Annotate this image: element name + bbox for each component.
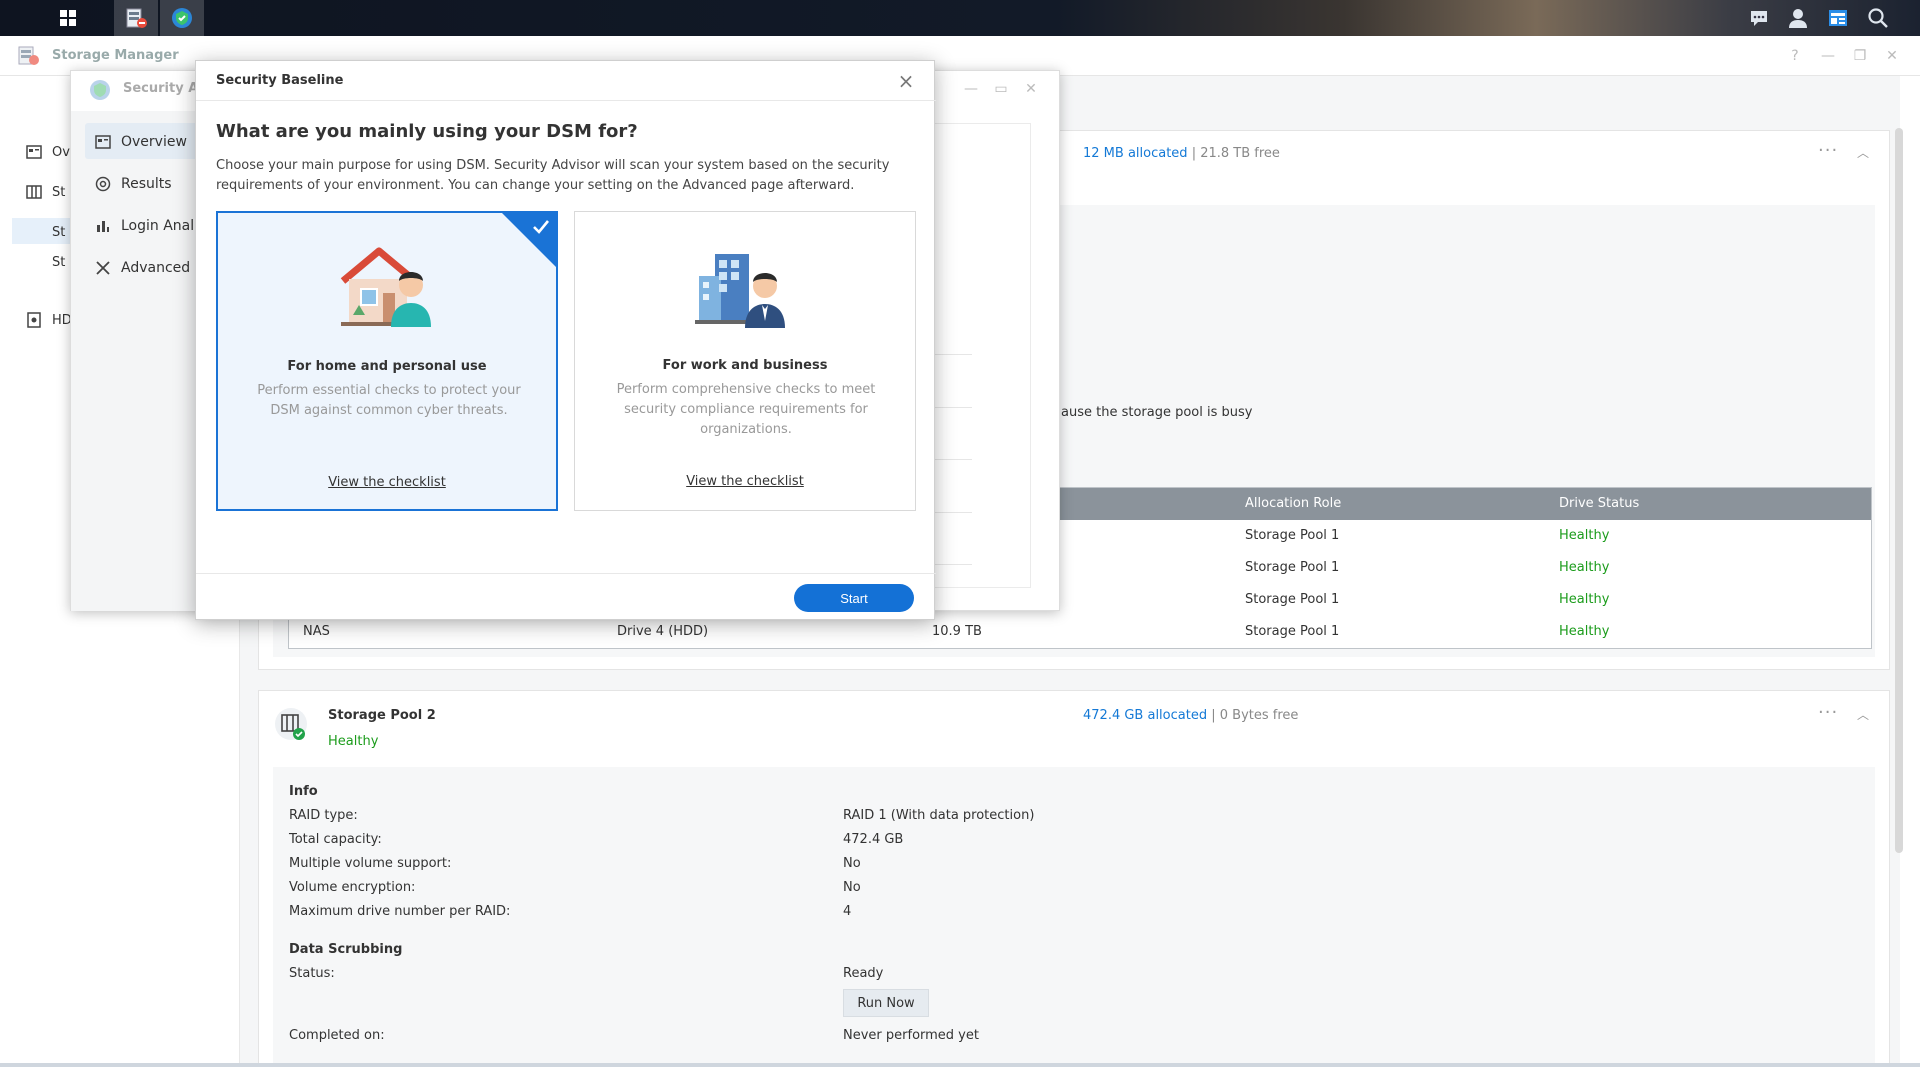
pool-1-more-icon[interactable]: ···	[1818, 140, 1838, 161]
window-bottom-border	[0, 1063, 1920, 1067]
overview-icon	[95, 135, 111, 149]
pool-1-busy-message: ause the storage pool is busy	[1061, 405, 1253, 420]
close-icon[interactable]: ✕	[1882, 46, 1902, 66]
help-icon[interactable]: ?	[1785, 46, 1805, 66]
dialog-header: Security Baseline ×	[196, 61, 936, 101]
option-home-title: For home and personal use	[287, 359, 487, 374]
chat-icon	[1751, 11, 1767, 26]
pool-2-status: Healthy	[328, 734, 379, 749]
sa-sidebar-item-overview[interactable]: Overview	[95, 125, 187, 159]
pool-2-info-heading: Info	[289, 784, 318, 799]
sa-sidebar-item-login-analysis[interactable]: Login Anal	[95, 209, 194, 243]
option-work-business[interactable]: For work and business Perform comprehens…	[574, 211, 916, 511]
info-value: 472.4 GB	[843, 832, 904, 847]
completed-on-label: Completed on:	[289, 1028, 385, 1043]
chat-button[interactable]	[1745, 4, 1773, 32]
restore-icon[interactable]: ❐	[1850, 46, 1870, 66]
business-user-illustration-icon	[695, 254, 785, 328]
pool-2-detail	[273, 767, 1875, 1067]
storage-manager-title: Storage Manager	[52, 48, 179, 63]
hdd-icon	[27, 312, 41, 328]
user-icon	[1789, 9, 1807, 28]
storage-manager-logo-icon	[18, 46, 39, 65]
pool-2-usage: 472.4 GB allocated | 0 Bytes free	[1083, 708, 1299, 723]
dialog-description: Choose your main purpose for using DSM. …	[216, 158, 890, 193]
info-label: Total capacity:	[289, 832, 382, 847]
pool-2-icon	[274, 706, 308, 742]
taskbar	[0, 0, 1920, 36]
completed-on-value: Never performed yet	[843, 1028, 979, 1043]
info-value: RAID 1 (With data protection)	[843, 808, 1035, 823]
sidebar-item-hdd[interactable]: HD	[26, 308, 72, 332]
info-label: RAID type:	[289, 808, 358, 823]
option-home-checklist-link[interactable]: View the checklist	[218, 475, 556, 490]
scrollbar[interactable]	[1895, 128, 1903, 853]
pool-2-more-icon[interactable]: ···	[1818, 702, 1838, 723]
minimize-icon[interactable]: —	[1818, 46, 1838, 66]
security-advisor-logo-icon	[90, 80, 110, 100]
info-label: Volume encryption:	[289, 880, 416, 895]
info-label: Maximum drive number per RAID:	[289, 904, 511, 919]
info-value: No	[843, 856, 861, 871]
col-allocation-role[interactable]: Allocation Role	[1245, 488, 1341, 520]
sa-minimize-icon[interactable]: —	[961, 79, 981, 99]
grid-icon	[60, 10, 76, 26]
security-advisor-icon	[172, 8, 192, 28]
option-work-title: For work and business	[662, 358, 828, 373]
pool-1-usage: 12 MB allocated | 21.8 TB free	[1083, 146, 1280, 161]
security-baseline-dialog: Security Baseline × What are you mainly …	[195, 60, 936, 621]
sidebar-item-storage-2[interactable]: St	[52, 250, 65, 274]
taskbar-security-advisor[interactable]	[160, 0, 204, 36]
info-label: Multiple volume support:	[289, 856, 452, 871]
taskbar-storage-manager[interactable]	[114, 0, 158, 36]
pool-2-collapse-icon[interactable]: ︿	[1857, 706, 1869, 723]
search-icon	[1868, 8, 1888, 28]
user-button[interactable]	[1784, 4, 1812, 32]
checkmark-icon	[533, 220, 550, 234]
main-menu-button[interactable]	[46, 0, 90, 36]
sidebar-item-overview[interactable]: Ov	[26, 140, 70, 164]
start-button[interactable]: Start	[794, 584, 914, 612]
sidebar-item-storage-pool[interactable]: St	[52, 220, 65, 244]
storage-manager-icon	[126, 8, 147, 28]
pool-2-name: Storage Pool 2	[328, 708, 436, 723]
scrub-status-label: Status:	[289, 966, 335, 981]
dialog-footer: Start	[196, 573, 936, 621]
col-drive-status[interactable]: Drive Status	[1559, 488, 1639, 520]
sa-close-icon[interactable]: ✕	[1021, 79, 1041, 99]
sa-sidebar-item-results[interactable]: Results	[95, 167, 172, 201]
option-home-description: Perform essential checks to protect your…	[257, 383, 521, 418]
pool-1-collapse-icon[interactable]: ︿	[1857, 144, 1869, 161]
run-now-button[interactable]: Run Now	[843, 989, 929, 1017]
sa-sidebar-item-advanced[interactable]: Advanced	[95, 251, 190, 285]
dialog-close-icon[interactable]: ×	[894, 69, 918, 93]
data-scrubbing-heading: Data Scrubbing	[289, 942, 403, 957]
search-button[interactable]	[1864, 4, 1892, 32]
sidebar-item-storage[interactable]: St	[26, 180, 65, 204]
info-value: No	[843, 880, 861, 895]
option-home-personal[interactable]: For home and personal use Perform essent…	[216, 211, 558, 511]
widgets-button[interactable]	[1824, 4, 1852, 32]
tools-icon	[96, 261, 110, 275]
pool-2-allocated-link[interactable]: 472.4 GB allocated	[1083, 708, 1207, 723]
option-work-checklist-link[interactable]: View the checklist	[575, 474, 915, 489]
sa-maximize-icon[interactable]: ▭	[991, 79, 1011, 99]
scrub-status-value: Ready	[843, 966, 884, 981]
widgets-icon	[1829, 10, 1847, 26]
dialog-title: Security Baseline	[216, 73, 344, 88]
info-value: 4	[843, 904, 852, 919]
bar-chart-icon	[97, 221, 109, 232]
storage-pool-2-card	[258, 690, 1890, 1067]
overview-icon	[26, 145, 42, 159]
results-icon	[95, 176, 111, 192]
home-user-illustration-icon	[340, 247, 431, 327]
storage-pool-icon	[275, 708, 307, 740]
option-work-description: Perform comprehensive checks to meet sec…	[616, 382, 876, 437]
dialog-heading: What are you mainly using your DSM for?	[216, 121, 638, 142]
pool-1-allocated-link[interactable]: 12 MB allocated	[1083, 146, 1188, 161]
storage-icon	[26, 185, 42, 199]
